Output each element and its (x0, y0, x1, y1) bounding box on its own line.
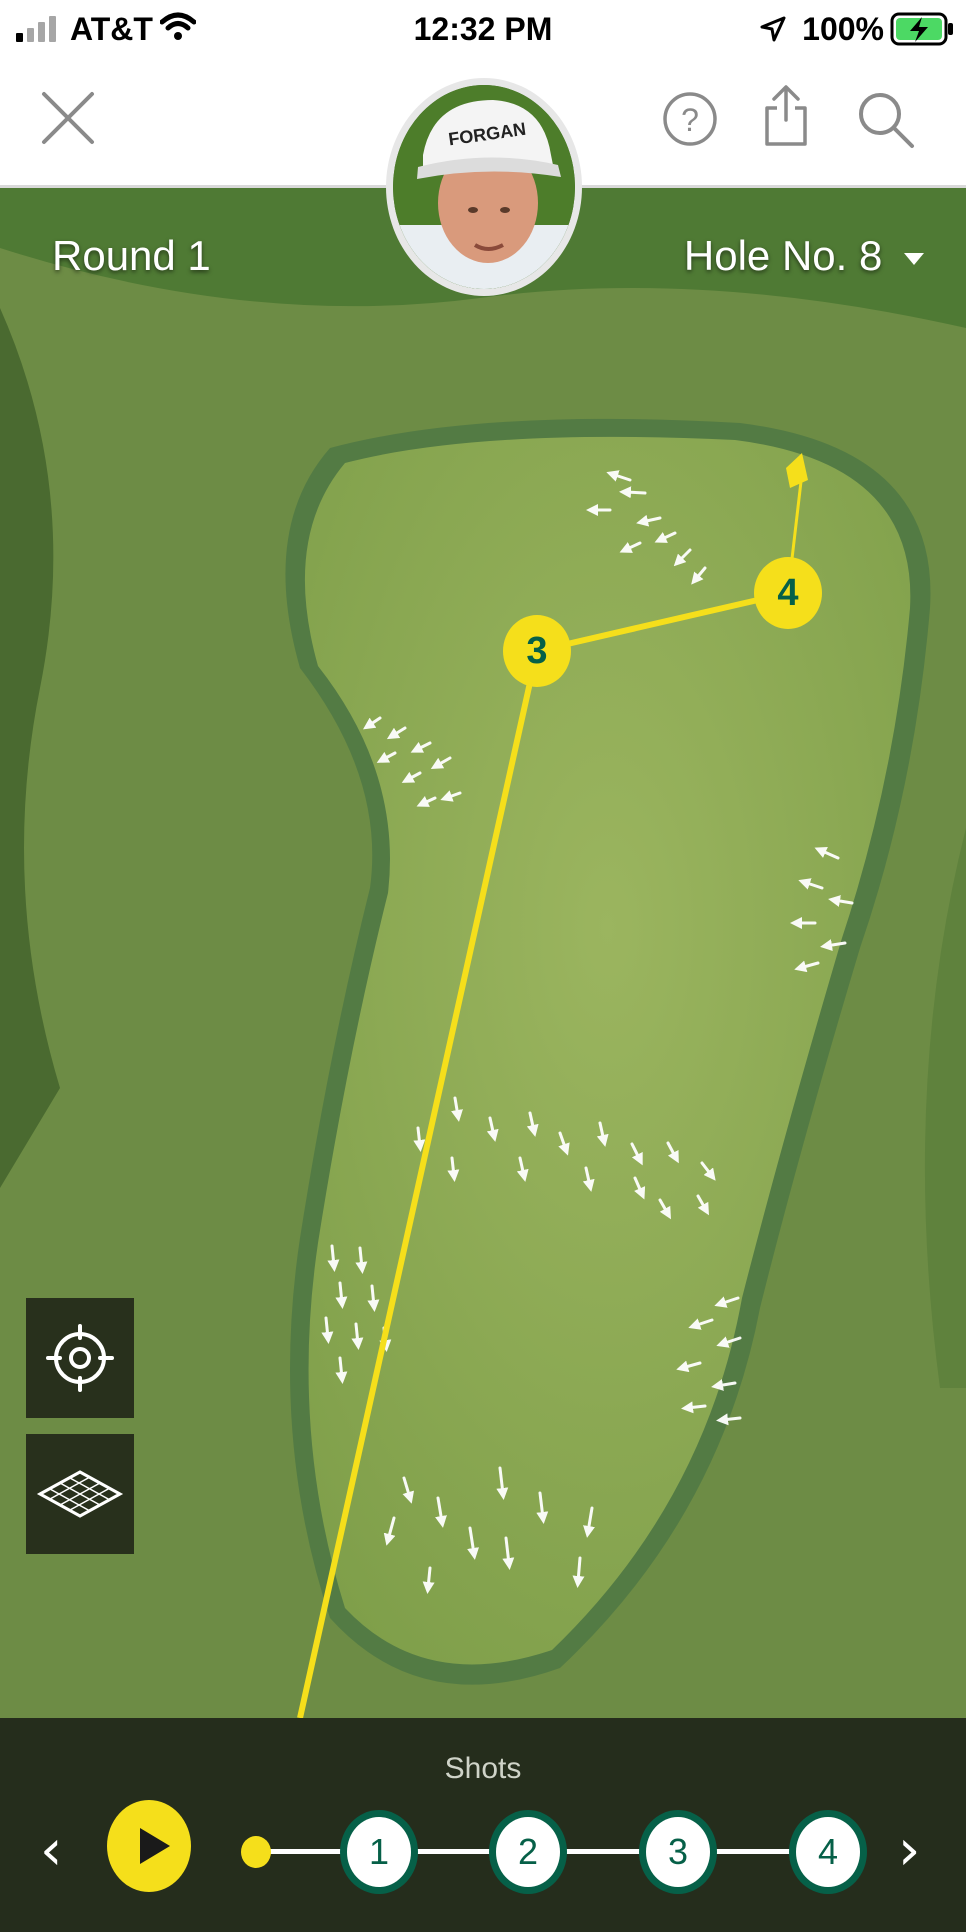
shot-label: 2 (496, 1817, 560, 1887)
shot-button-1[interactable]: 1 (340, 1810, 418, 1894)
help-icon[interactable]: ? (662, 90, 718, 148)
locate-button[interactable] (26, 1298, 134, 1418)
hole-map[interactable]: 3 4 (0, 188, 966, 1718)
chevron-down-icon (904, 252, 924, 265)
shot-marker-4[interactable]: 4 (754, 557, 822, 629)
tee-marker (241, 1836, 271, 1868)
target-icon (46, 1324, 114, 1392)
search-icon[interactable] (856, 90, 916, 150)
battery-charging-icon (890, 12, 953, 46)
shot-label: 3 (646, 1817, 710, 1887)
course-illustration (0, 188, 966, 1718)
player-avatar[interactable]: FORGAN (386, 78, 582, 296)
shot-label: 4 (796, 1817, 860, 1887)
3d-view-button[interactable] (26, 1434, 134, 1554)
shot-marker-3[interactable]: 3 (503, 615, 571, 687)
svg-text:?: ? (681, 102, 699, 138)
hole-selector[interactable]: Hole No. 8 (684, 232, 924, 280)
player-photo: FORGAN (393, 85, 575, 289)
next-arrow-icon[interactable]: › (898, 1823, 920, 1879)
status-bar: AT&T 12:32 PM 100% (0, 0, 966, 60)
shot-label: 1 (347, 1817, 411, 1887)
grid-plane-icon (36, 1470, 124, 1518)
location-icon (760, 16, 786, 42)
round-label[interactable]: Round 1 (52, 232, 211, 280)
shot-button-4[interactable]: 4 (789, 1810, 867, 1894)
share-icon[interactable] (763, 84, 809, 148)
close-icon[interactable] (40, 90, 96, 146)
shot-button-2[interactable]: 2 (489, 1810, 567, 1894)
shots-title: Shots (444, 1752, 522, 1785)
play-button[interactable] (107, 1800, 191, 1892)
previous-arrow-icon[interactable]: ‹ (40, 1823, 62, 1879)
shot-button-3[interactable]: 3 (639, 1810, 717, 1894)
hole-label: Hole No. 8 (683, 232, 883, 279)
battery-percent: 100% (802, 11, 884, 47)
